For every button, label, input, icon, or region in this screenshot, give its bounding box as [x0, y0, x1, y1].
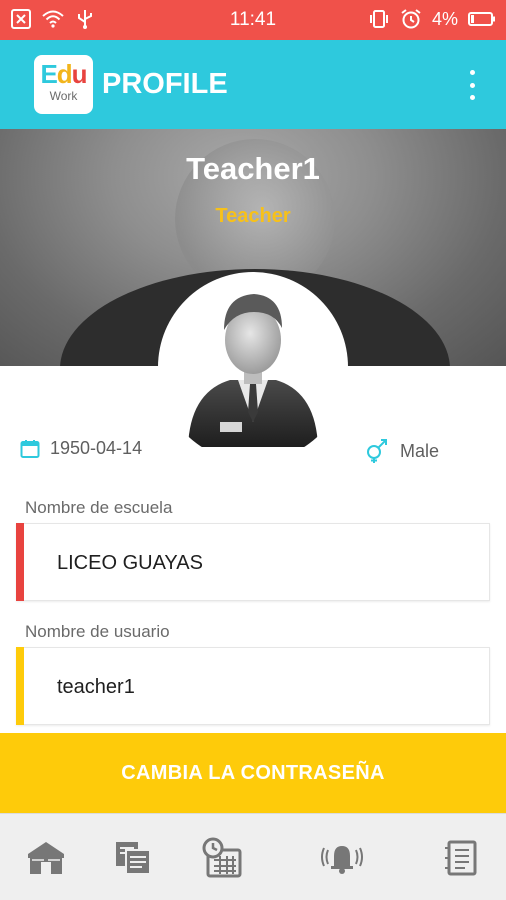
profile-info-row: 1950-04-14 Male [0, 436, 506, 466]
gender: Male [364, 438, 439, 464]
gender-icon [367, 439, 387, 463]
school-name-accent [16, 523, 24, 601]
notifications-icon[interactable] [320, 836, 364, 880]
username-field: teacher1 [16, 647, 490, 725]
change-password-button[interactable]: CAMBIA LA CONTRASEÑA [0, 733, 506, 813]
profile-role: Teacher [215, 205, 291, 227]
schedule-icon[interactable] [200, 836, 244, 880]
app-bar: Edu Work PROFILE [0, 40, 506, 129]
avatar[interactable] [158, 272, 348, 462]
username-label: Nombre de usuario [25, 622, 170, 641]
gender-value: Male [400, 440, 440, 461]
app-logo: Edu Work [34, 55, 93, 114]
school-name-field: LICEO GUAYAS [16, 523, 490, 601]
vibrate-icon [369, 10, 388, 28]
notebook-icon[interactable] [440, 836, 484, 880]
documents-icon[interactable] [112, 836, 156, 880]
username-value: teacher1 [57, 676, 135, 698]
status-bar: 11:41 4% [0, 0, 506, 40]
alarm-icon [401, 9, 421, 29]
teacher-avatar-icon [188, 294, 318, 447]
profile-name: Teacher1 [186, 151, 320, 186]
bottom-navigation [0, 813, 506, 900]
birth-date: 1950-04-14 [20, 438, 142, 459]
page-title: PROFILE [102, 68, 228, 100]
school-name-label: Nombre de escuela [25, 498, 173, 517]
school-icon[interactable] [24, 836, 68, 880]
school-name-value: LICEO GUAYAS [57, 552, 203, 574]
calendar-icon [20, 439, 40, 458]
username-accent [16, 647, 24, 725]
profile-screen: 11:41 4% Edu Work PROFILE Teacher1 Teach… [0, 0, 506, 900]
more-vertical-icon[interactable] [462, 70, 482, 100]
battery-low-icon [468, 12, 495, 26]
battery-percent: 4% [431, 8, 458, 29]
birth-date-value: 1950-04-14 [50, 438, 143, 458]
logo-subtitle: Work [49, 89, 78, 103]
